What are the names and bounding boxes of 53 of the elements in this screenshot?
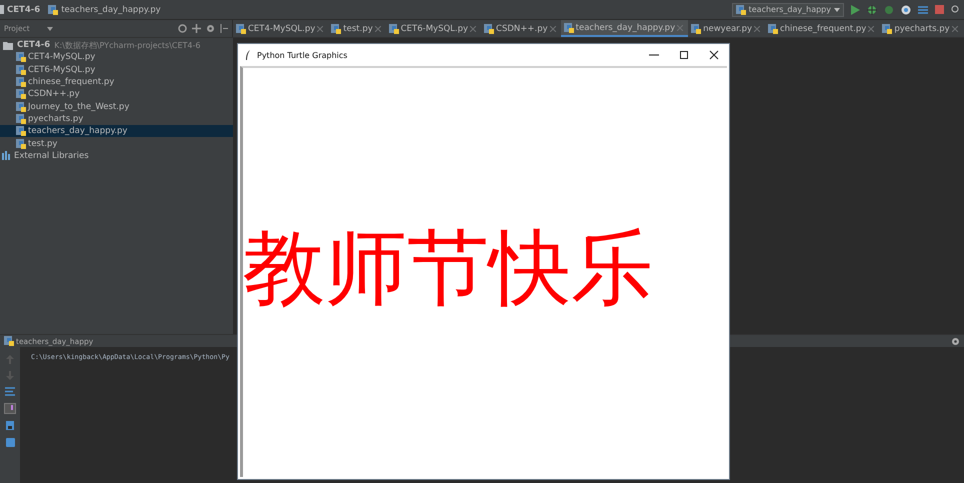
- tree-item[interactable]: External Libraries: [0, 150, 233, 162]
- breadcrumb-item[interactable]: CET4-6: [0, 4, 40, 14]
- maximize-icon[interactable]: [679, 50, 689, 60]
- tree-item[interactable]: test.py: [0, 137, 233, 150]
- python-file-icon: [16, 89, 26, 100]
- tree-item[interactable]: CET4-6 K:\数据存档\PYcharm-projects\CET4-6: [0, 39, 233, 52]
- editor-tab[interactable]: CET4-MySQL.py: [233, 20, 328, 37]
- window-title: Python Turtle Graphics: [257, 50, 348, 60]
- python-file-icon: [691, 24, 702, 34]
- hide-panel-icon[interactable]: [220, 24, 228, 33]
- python-file-icon: [331, 24, 342, 34]
- python-file-icon: [16, 77, 26, 88]
- python-file-icon: [16, 114, 26, 124]
- python-file-icon: [236, 24, 246, 34]
- python-file-icon: [768, 24, 778, 34]
- python-file-icon: [48, 4, 58, 14]
- tree-item[interactable]: pyecharts.py: [0, 112, 233, 126]
- run-icon[interactable]: [851, 4, 860, 14]
- python-file-icon: [388, 24, 399, 34]
- python-file-icon: [882, 24, 892, 34]
- list-icon[interactable]: [918, 4, 928, 14]
- caret-icon[interactable]: [47, 26, 53, 30]
- python-file-icon: [16, 138, 26, 149]
- python-file-icon: [16, 102, 26, 112]
- caret-icon: [834, 8, 840, 12]
- editor-tab[interactable]: chinese_frequent.py: [765, 20, 880, 37]
- python-file-icon: [4, 336, 14, 346]
- editor-tab[interactable]: teachers_day_happy.py: [560, 20, 688, 37]
- editor-tab[interactable]: pyecharts.py: [879, 20, 963, 37]
- tree-item[interactable]: teachers_day_happy.py: [0, 125, 233, 138]
- python-file-icon: [16, 52, 26, 62]
- python-file-icon: [16, 126, 26, 136]
- python-file-icon: [736, 4, 746, 14]
- close-icon[interactable]: [709, 50, 719, 60]
- tree-item[interactable]: chinese_frequent.py: [0, 76, 233, 88]
- tree-item[interactable]: CSDN++.py: [0, 88, 233, 100]
- editor-tab[interactable]: CET6-MySQL.py: [386, 20, 482, 37]
- python-file-icon: [16, 64, 26, 75]
- tree-item[interactable]: CET6-MySQL.py: [0, 64, 233, 76]
- run-configuration-dropdown[interactable]: teachers_day_happy: [732, 2, 844, 16]
- breadcrumb-item[interactable]: teachers_day_happy.py: [48, 4, 161, 14]
- feather-icon: [245, 50, 251, 60]
- folder-path: K:\数据存档\PYcharm-projects\CET4-6: [54, 40, 200, 51]
- drawn-text: 教师节快乐: [243, 228, 653, 310]
- tree-item[interactable]: Journey_to_the_West.py: [0, 100, 233, 113]
- tree-item[interactable]: CET4-MySQL.py: [0, 51, 233, 64]
- editor-tab[interactable]: test.py: [328, 20, 386, 37]
- wrap-icon[interactable]: [5, 387, 15, 396]
- editor-tab[interactable]: newyear.py: [688, 20, 765, 37]
- python-file-icon: [564, 22, 574, 32]
- python-file-icon: [484, 24, 494, 34]
- editor-tab[interactable]: CSDN++.py: [481, 20, 561, 37]
- library-icon: [2, 151, 12, 160]
